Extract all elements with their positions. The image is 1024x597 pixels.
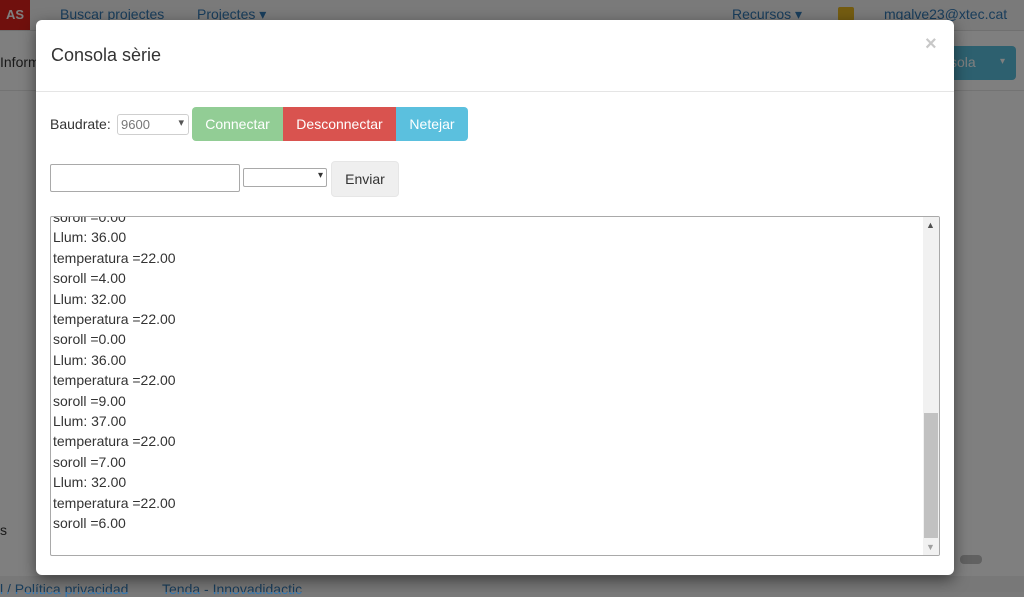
baudrate-value: 9600 xyxy=(121,117,150,132)
send-input[interactable] xyxy=(50,164,240,192)
chevron-down-icon: ▾ xyxy=(317,170,323,181)
send-button[interactable]: Enviar xyxy=(331,161,399,197)
chevron-down-icon: ▾ xyxy=(178,117,184,129)
console-line: temperatura =22.00 xyxy=(53,311,176,328)
console-line: temperatura =22.00 xyxy=(53,494,176,511)
modal-header: Consola sèrie × xyxy=(36,20,954,92)
baudrate-select[interactable]: 9600 ▾ xyxy=(117,114,189,135)
console-line: soroll =0.00 xyxy=(53,216,126,225)
clear-button[interactable]: Netejar xyxy=(396,107,468,141)
scroll-down-icon[interactable]: ▼ xyxy=(926,542,935,552)
console-line: Llum: 32.00 xyxy=(53,290,127,307)
console-line: temperatura =22.00 xyxy=(53,372,176,389)
console-line: soroll =9.00 xyxy=(53,392,126,409)
console-scrollbar[interactable]: ▲ ▼ xyxy=(923,217,939,555)
console-line: temperatura =22.00 xyxy=(53,249,176,266)
console-line: temperatura =22.00 xyxy=(53,433,176,450)
connect-button[interactable]: Connectar xyxy=(192,107,283,141)
close-icon[interactable]: × xyxy=(925,33,937,56)
console-scrollbar-thumb[interactable] xyxy=(924,413,938,538)
scroll-up-icon[interactable]: ▲ xyxy=(926,220,935,230)
console-line: soroll =4.00 xyxy=(53,270,126,287)
serial-console-modal: Consola sèrie × Baudrate: 9600 ▾ Connect… xyxy=(36,20,954,575)
console-line: Llum: 32.00 xyxy=(53,474,127,491)
baudrate-label: Baudrate: xyxy=(50,116,111,132)
console-line: Llum: 37.00 xyxy=(53,413,127,430)
console-line: soroll =0.00 xyxy=(53,331,126,348)
line-ending-select[interactable]: ▾ xyxy=(243,168,327,187)
console-line: soroll =7.00 xyxy=(53,453,126,470)
console-line: Llum: 36.00 xyxy=(53,229,127,246)
console-output[interactable]: soroll =0.00 Llum: 36.00 temperatura =22.0… xyxy=(50,216,940,556)
console-lines: soroll =0.00 Llum: 36.00 temperatura =22.0… xyxy=(53,216,913,534)
console-line: Llum: 36.00 xyxy=(53,351,127,368)
disconnect-button[interactable]: Desconnectar xyxy=(283,107,396,141)
console-line: soroll =6.00 xyxy=(53,515,126,532)
modal-title: Consola sèrie xyxy=(51,45,162,65)
